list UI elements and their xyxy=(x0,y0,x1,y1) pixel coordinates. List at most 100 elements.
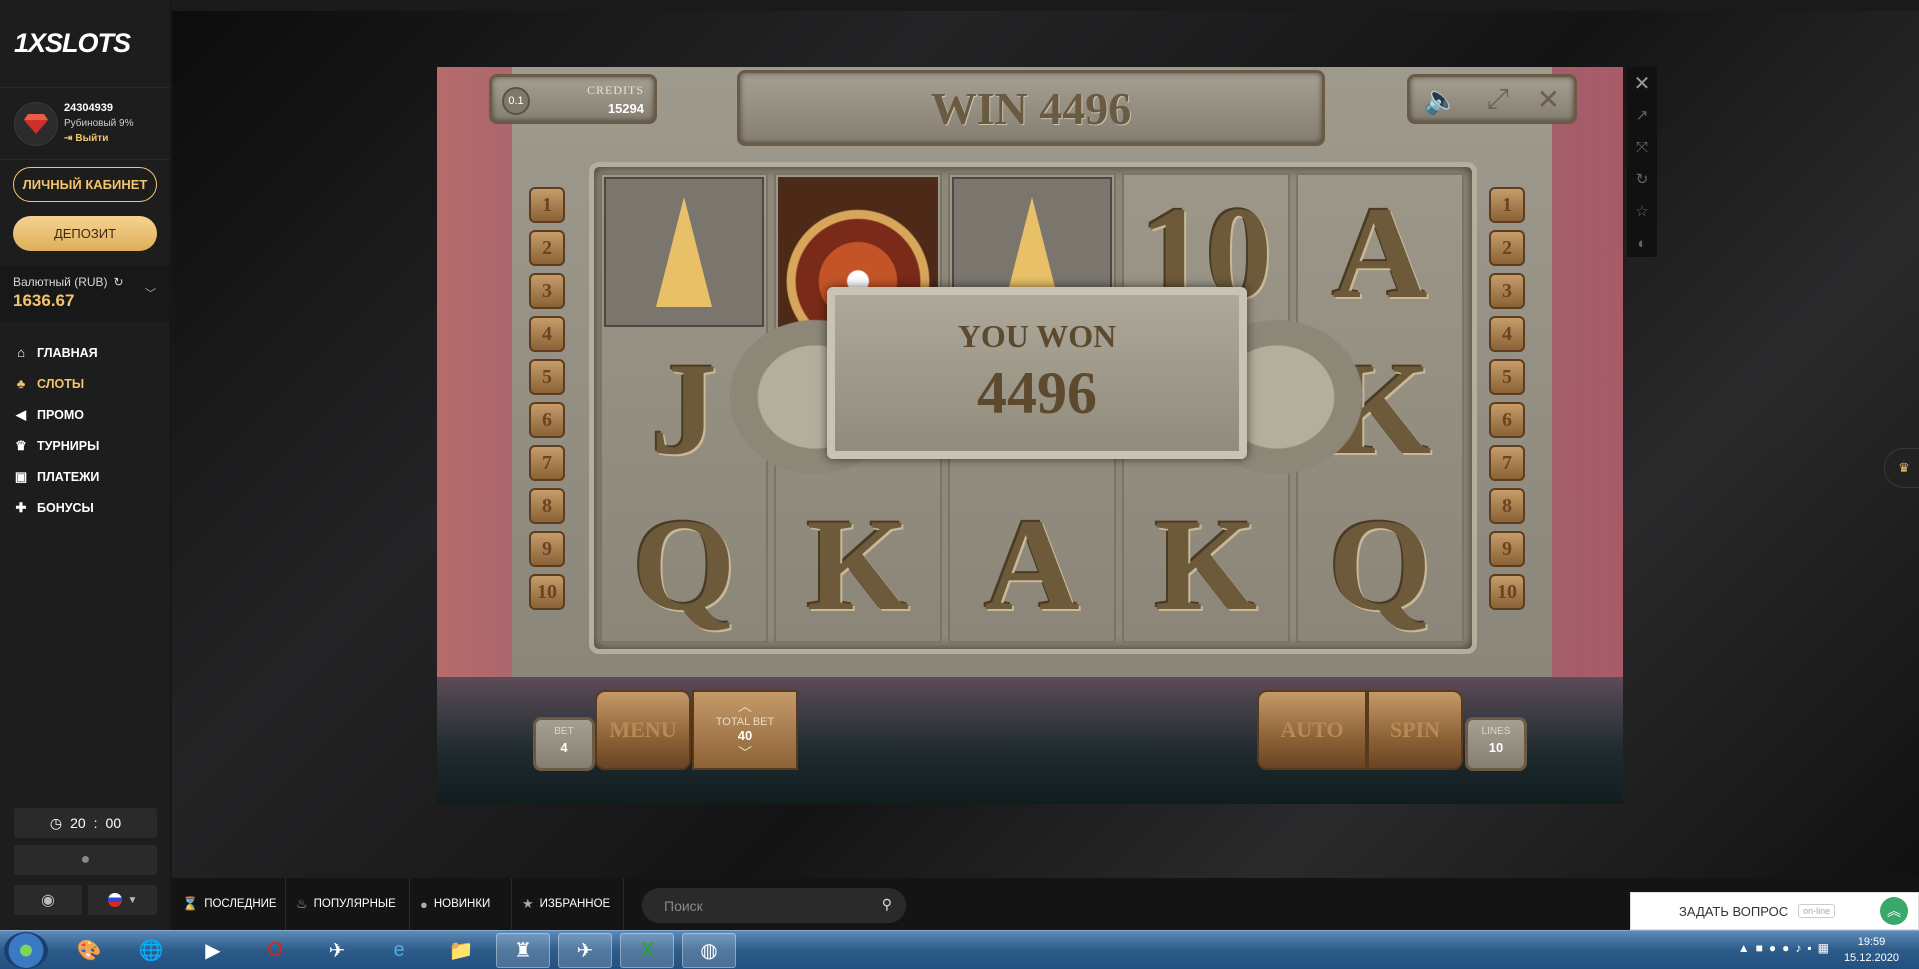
nav-item-slots[interactable]: ♣ СЛОТЫ xyxy=(13,368,99,399)
line-button[interactable]: 4 xyxy=(1489,316,1525,352)
line-button[interactable]: 3 xyxy=(1489,273,1525,309)
taskbar-clock[interactable]: 19:59 15.12.2020 xyxy=(1844,934,1899,966)
line-button[interactable]: 1 xyxy=(1489,187,1525,223)
line-button[interactable]: 6 xyxy=(1489,402,1525,438)
bet-label: BET xyxy=(554,726,574,737)
star-icon: ★ xyxy=(522,896,534,911)
close-icon[interactable]: ✕ xyxy=(1627,67,1657,99)
balance-panel[interactable]: Валютный (RUB) ↻ 1636.67 ﹀ xyxy=(0,265,170,321)
ask-question-widget[interactable]: ЗАДАТЬ ВОПРОС on-line ︽ xyxy=(1630,892,1919,930)
logout-link[interactable]: ⇥ Выйти xyxy=(64,131,134,146)
telegram-icon[interactable]: ✈ xyxy=(558,933,612,968)
tray-icon[interactable]: ● xyxy=(1769,941,1776,955)
line-button[interactable]: 8 xyxy=(529,488,565,524)
trophy-icon: ♛ xyxy=(1898,460,1910,475)
app-icon[interactable]: ♜ xyxy=(496,933,550,968)
line-button[interactable]: 5 xyxy=(1489,359,1525,395)
spin-button[interactable]: SPIN xyxy=(1367,690,1463,770)
search-icon[interactable]: ⚲ xyxy=(882,896,892,913)
network-status-icon[interactable]: ▦ xyxy=(1818,941,1829,955)
folder-icon[interactable]: 📁 xyxy=(434,933,488,968)
android-icon: ● xyxy=(80,851,91,868)
bet-box[interactable]: BET 4 xyxy=(533,717,595,771)
cabinet-button[interactable]: ЛИЧНЫЙ КАБИНЕТ xyxy=(13,167,157,202)
reel-symbol: Q xyxy=(1328,490,1432,638)
clock-separator: : xyxy=(93,815,98,831)
lines-box[interactable]: LINES 10 xyxy=(1465,717,1527,771)
telegram-icon[interactable]: ✈ xyxy=(310,933,364,968)
nav-item-home[interactable]: ⌂ ГЛАВНАЯ xyxy=(13,337,99,368)
chevron-up-icon[interactable]: ︽ xyxy=(1880,897,1908,925)
nav-item-bonuses[interactable]: ✚ БОНУСЫ xyxy=(13,492,99,523)
gift-icon: ✚ xyxy=(15,499,27,515)
refresh-icon[interactable]: ↻ xyxy=(114,275,124,289)
line-button[interactable]: 3 xyxy=(529,273,565,309)
line-button[interactable]: 4 xyxy=(529,316,565,352)
line-button[interactable]: 10 xyxy=(529,574,565,610)
logo-text: 1XSLOTS xyxy=(14,28,131,58)
tray-icon[interactable]: ● xyxy=(1782,941,1789,955)
line-button[interactable]: 9 xyxy=(529,531,565,567)
slot-game-frame[interactable]: 0.1 CREDITS 15294 WIN 4496 🔈 ⤢ ✕ 1 2 3 4… xyxy=(437,67,1623,804)
excel-icon[interactable]: X xyxy=(620,933,674,968)
menu-button[interactable]: MENU xyxy=(595,690,691,770)
auto-button[interactable]: AUTO xyxy=(1257,690,1367,770)
internet-explorer-icon[interactable]: e xyxy=(372,933,426,968)
line-button[interactable]: 7 xyxy=(1489,445,1525,481)
reel-symbol: Q xyxy=(632,490,736,638)
chevron-down-icon[interactable]: ﹀ xyxy=(694,743,796,763)
android-app-button[interactable]: ● xyxy=(14,845,157,875)
paint-icon[interactable]: 🎨 xyxy=(62,933,116,968)
reload-icon[interactable]: ↻ xyxy=(1627,163,1657,195)
nav-item-promo[interactable]: ◀ ПРОМО xyxy=(13,399,99,430)
sound-icon[interactable]: 🔈 xyxy=(1424,83,1459,116)
close-icon[interactable]: ✕ xyxy=(1537,83,1560,116)
site-logo[interactable]: 1XSLOTS xyxy=(0,0,170,88)
line-button[interactable]: 8 xyxy=(1489,488,1525,524)
logout-icon: ⇥ xyxy=(64,133,73,144)
network-icon[interactable]: 🌐 xyxy=(124,933,178,968)
tray-icon[interactable]: ▪ xyxy=(1807,941,1811,955)
tab-popular[interactable]: ♨ ПОПУЛЯРНЫЕ xyxy=(286,878,410,930)
tournament-tab[interactable]: ♛ xyxy=(1884,448,1919,488)
deposit-button[interactable]: ДЕПОЗИТ xyxy=(13,216,157,251)
nav-item-tournaments[interactable]: ♛ ТУРНИРЫ xyxy=(13,430,99,461)
volume-icon[interactable]: ♪ xyxy=(1795,941,1801,955)
chrome-icon[interactable]: ◍ xyxy=(682,933,736,968)
opera-icon[interactable]: O xyxy=(248,933,302,968)
language-select[interactable]: ▼ xyxy=(88,885,157,915)
tab-label: ПОПУЛЯРНЫЕ xyxy=(313,898,396,910)
line-button[interactable]: 6 xyxy=(529,402,565,438)
line-button[interactable]: 7 xyxy=(529,445,565,481)
tray-icon[interactable]: ▲ xyxy=(1738,941,1750,955)
total-bet-box[interactable]: ︿ TOTAL BET 40 ﹀ xyxy=(692,690,798,770)
avatar[interactable] xyxy=(14,101,58,146)
chevron-up-icon[interactable]: ︿ xyxy=(694,696,796,716)
nav-item-payments[interactable]: ▣ ПЛАТЕЖИ xyxy=(13,461,100,492)
start-button[interactable] xyxy=(4,932,48,969)
line-button[interactable]: 2 xyxy=(1489,230,1525,266)
line-button[interactable]: 2 xyxy=(529,230,565,266)
total-bet-label: TOTAL BET xyxy=(715,716,775,728)
line-button[interactable]: 10 xyxy=(1489,574,1525,610)
cherry-icon: ♣ xyxy=(16,376,26,391)
tab-new[interactable]: ● НОВИНКИ xyxy=(410,878,512,930)
chevron-down-icon[interactable]: ﹀ xyxy=(145,285,156,301)
tab-recent[interactable]: ⌛ ПОСЛЕДНИЕ xyxy=(172,878,286,930)
star-icon[interactable]: ☆ xyxy=(1627,195,1657,227)
tab-favorites[interactable]: ★ ИЗБРАННОЕ xyxy=(512,878,624,930)
bet-unit-coin[interactable]: 0.1 xyxy=(502,87,530,115)
media-player-icon[interactable]: ▶ xyxy=(186,933,240,968)
nav-label: ПЛАТЕЖИ xyxy=(37,469,100,484)
expand-icon[interactable]: ⤧ xyxy=(1627,131,1657,163)
line-button[interactable]: 5 xyxy=(529,359,565,395)
fullscreen-icon[interactable]: ⤢ xyxy=(1487,83,1509,116)
line-button[interactable]: 9 xyxy=(1489,531,1525,567)
balance-currency: Валютный (RUB) xyxy=(13,275,108,289)
share-icon[interactable]: ↗ xyxy=(1627,99,1657,131)
toggle-icon[interactable]: ◐ xyxy=(1627,227,1657,259)
line-button[interactable]: 1 xyxy=(529,187,565,223)
tray-icon[interactable]: ■ xyxy=(1756,941,1763,955)
search-input[interactable]: Поиск ⚲ xyxy=(642,888,906,923)
account-button[interactable]: ◉ xyxy=(14,885,82,915)
